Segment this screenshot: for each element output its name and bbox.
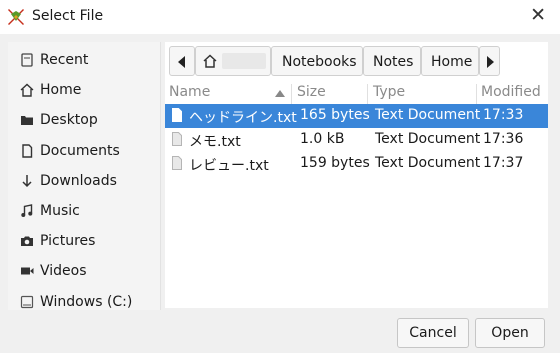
path-segment-home[interactable]: Home <box>421 46 479 76</box>
home-icon <box>203 54 217 68</box>
chevron-right-icon <box>487 56 494 68</box>
path-segment-notes[interactable]: Notes <box>363 46 421 76</box>
app-logo-icon <box>8 9 24 25</box>
column-header: Name Size Type Modified <box>165 84 548 104</box>
sidebar-item-videos[interactable]: Videos <box>8 258 160 286</box>
file-view: Notebooks Notes Home Name Size Type Modi… <box>165 42 548 308</box>
close-icon[interactable]: ✕ <box>530 5 546 25</box>
drive-icon <box>20 295 34 309</box>
sidebar-item-documents[interactable]: Documents <box>8 138 160 166</box>
column-header-name[interactable]: Name <box>169 84 210 104</box>
file-chooser-dialog: Select File ✕ Recent Home Desktop Docume… <box>0 0 560 353</box>
home-icon <box>20 83 34 97</box>
column-divider <box>291 84 292 104</box>
places-sidebar: Recent Home Desktop Documents Downloads … <box>8 42 161 318</box>
text-file-icon <box>172 156 182 170</box>
music-icon <box>21 204 33 217</box>
sidebar-item-label: Recent <box>40 52 89 68</box>
window-title: Select File <box>32 8 104 24</box>
cancel-button[interactable]: Cancel <box>397 318 469 348</box>
file-row[interactable]: メモ.txt 1.0 kB Text Document 17:36 <box>165 128 548 152</box>
sidebar-item-label: Downloads <box>40 173 117 189</box>
path-segment-label: Notes <box>373 54 414 70</box>
path-segment-home-root[interactable] <box>195 46 271 76</box>
file-row[interactable]: ヘッドライン.txt 165 bytes Text Document 17:33 <box>165 104 548 128</box>
blurred-username <box>222 53 266 69</box>
sidebar-item-home[interactable]: Home <box>8 77 160 105</box>
file-modified: 17:36 <box>483 131 524 147</box>
sidebar-item-label: Desktop <box>40 112 98 128</box>
sidebar-item-label: Windows (C:) <box>40 294 133 310</box>
folder-icon <box>21 116 33 125</box>
text-file-icon <box>172 132 182 146</box>
sidebar-item-label: Home <box>40 82 82 98</box>
sort-up-icon <box>275 90 285 97</box>
title-bar: Select File ✕ <box>0 0 560 34</box>
sidebar-item-label: Documents <box>40 143 120 159</box>
file-modified: 17:37 <box>483 155 524 171</box>
chevron-left-icon <box>178 56 185 68</box>
path-back-button[interactable] <box>169 46 195 76</box>
file-type: Text Document <box>375 131 481 147</box>
sidebar-item-label: Videos <box>40 263 87 279</box>
file-type: Text Document <box>375 107 481 123</box>
recent-icon <box>21 53 33 67</box>
column-header-modified[interactable]: Modified <box>481 84 541 104</box>
path-segment-label: Notebooks <box>282 54 357 70</box>
sidebar-item-label: Pictures <box>40 233 96 249</box>
camera-icon <box>21 236 33 246</box>
video-icon <box>21 267 34 275</box>
cancel-button-label: Cancel <box>409 325 457 341</box>
column-divider <box>476 84 477 104</box>
text-file-icon <box>172 108 182 122</box>
file-name: レビュー.txt <box>189 158 269 174</box>
file-name: ヘッドライン.txt <box>189 110 297 126</box>
file-modified: 17:33 <box>483 107 524 123</box>
sidebar-item-desktop[interactable]: Desktop <box>8 107 160 135</box>
path-segment-notebooks[interactable]: Notebooks <box>271 46 363 76</box>
download-icon <box>22 175 32 188</box>
file-size: 165 bytes <box>300 107 370 123</box>
sidebar-item-downloads[interactable]: Downloads <box>8 168 160 196</box>
open-button[interactable]: Open <box>475 318 545 348</box>
document-icon <box>22 144 33 158</box>
file-size: 1.0 kB <box>300 131 345 147</box>
file-size: 159 bytes <box>300 155 370 171</box>
path-segment-label: Home <box>431 54 473 70</box>
sidebar-item-music[interactable]: Music <box>8 198 160 226</box>
file-type: Text Document <box>375 155 481 171</box>
file-row[interactable]: レビュー.txt 159 bytes Text Document 17:37 <box>165 152 548 176</box>
column-header-size[interactable]: Size <box>297 84 326 104</box>
sidebar-item-pictures[interactable]: Pictures <box>8 228 160 256</box>
sidebar-item-recent[interactable]: Recent <box>8 47 160 75</box>
dialog-footer: Cancel Open <box>0 310 560 353</box>
path-forward-button[interactable] <box>479 46 500 76</box>
sidebar-item-label: Music <box>40 203 80 219</box>
file-name: メモ.txt <box>189 134 241 150</box>
open-button-label: Open <box>491 325 529 341</box>
column-divider <box>367 84 368 104</box>
column-header-type[interactable]: Type <box>373 84 405 104</box>
